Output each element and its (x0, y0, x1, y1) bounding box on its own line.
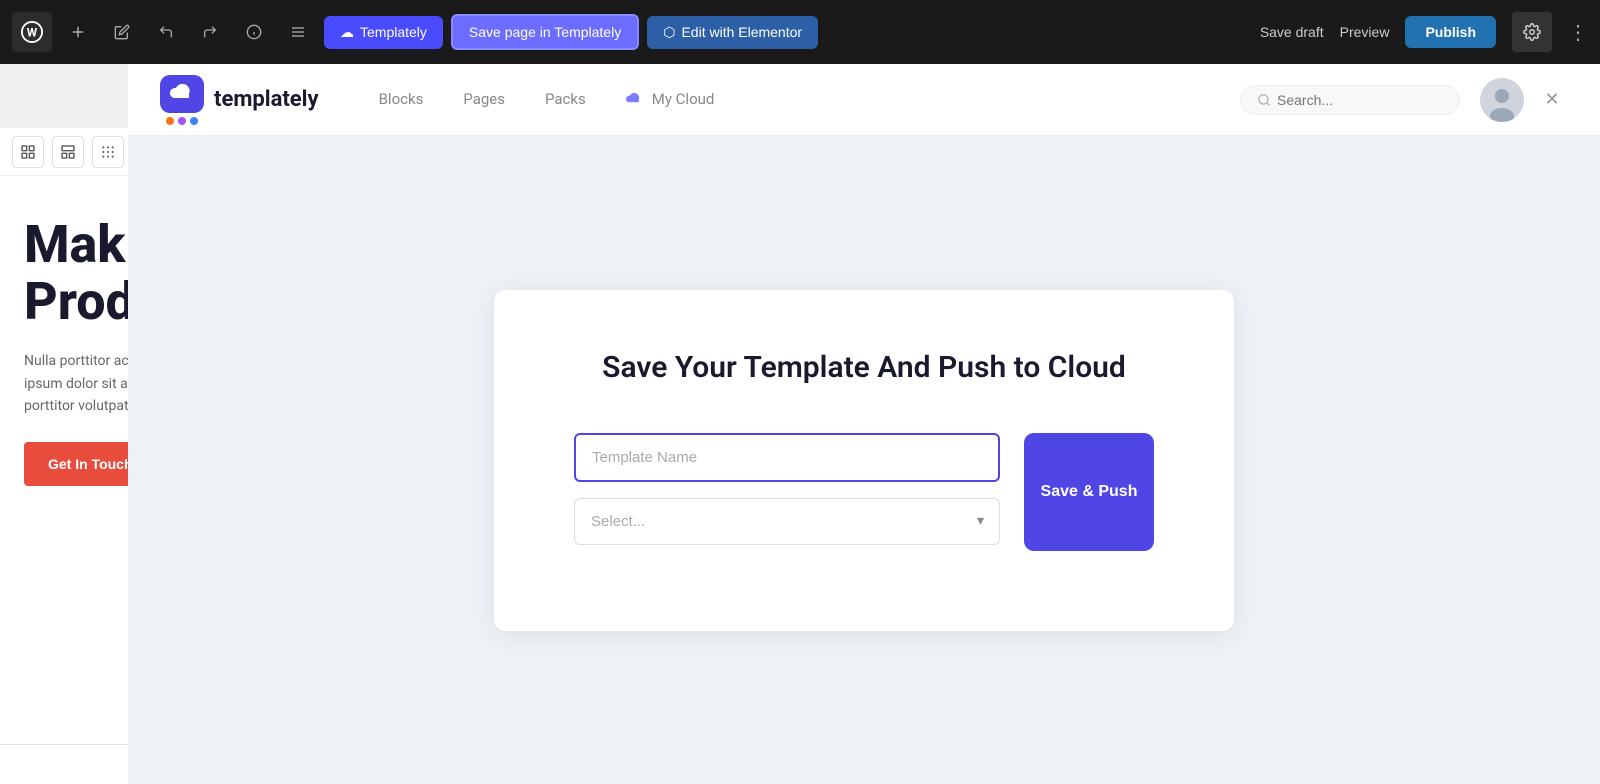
svg-text:W: W (27, 26, 38, 40)
add-button[interactable] (60, 14, 96, 50)
dots-grid-icon[interactable] (92, 136, 124, 168)
preview-button[interactable]: Preview (1340, 24, 1390, 40)
nav-packs[interactable]: Packs (545, 86, 586, 114)
search-container (1240, 85, 1460, 115)
template-select[interactable]: Select... (574, 498, 1000, 545)
elementor-button[interactable]: ⬡ Edit with Elementor (647, 16, 818, 49)
elementor-label: Edit with Elementor (681, 24, 802, 40)
logo-text: templately (214, 87, 319, 112)
nav-pages[interactable]: Pages (463, 86, 505, 114)
search-input[interactable] (1277, 92, 1443, 108)
modal-nav: Blocks Pages Packs My Cloud (379, 86, 1240, 114)
elementor-icon: ⬡ (663, 24, 675, 41)
menu-button[interactable] (280, 14, 316, 50)
templately-label: Templately (360, 24, 427, 40)
save-template-card: Save Your Template And Push to Cloud Sel… (494, 290, 1234, 631)
save-page-label: Save page in Templately (469, 24, 621, 40)
grid-icon-1[interactable] (12, 136, 44, 168)
undo-button[interactable] (148, 14, 184, 50)
template-select-wrapper: Select... ▾ (574, 498, 1000, 545)
grid-icon-2[interactable] (52, 136, 84, 168)
info-button[interactable] (236, 14, 272, 50)
user-avatar (1480, 78, 1524, 122)
nav-blocks[interactable]: Blocks (379, 86, 424, 114)
nav-mycloud[interactable]: My Cloud (626, 86, 715, 114)
publish-button[interactable]: Publish (1405, 16, 1496, 48)
modal-header: templately Blocks Pages Packs My Cloud (128, 64, 1600, 136)
modal-close-button[interactable]: ✕ (1536, 84, 1568, 116)
save-inputs: Select... ▾ (574, 433, 1000, 545)
templately-logo: templately (160, 75, 319, 125)
more-options-button[interactable]: ⋮ (1568, 20, 1588, 45)
templately-button[interactable]: ☁ Templately (324, 16, 443, 49)
template-name-input[interactable] (574, 433, 1000, 482)
save-form-row: Select... ▾ Save & Push (574, 433, 1154, 551)
save-draft-button[interactable]: Save draft (1260, 24, 1324, 40)
modal-body: Save Your Template And Push to Cloud Sel… (128, 136, 1600, 784)
admin-bar: W ☁ Templately Save page in Templately ⬡… (0, 0, 1600, 64)
save-push-button[interactable]: Save & Push (1024, 433, 1154, 551)
redo-button[interactable] (192, 14, 228, 50)
settings-button[interactable] (1512, 12, 1552, 52)
save-page-button[interactable]: Save page in Templately (451, 14, 639, 50)
save-template-title: Save Your Template And Push to Cloud (574, 350, 1154, 385)
wp-logo-icon: W (12, 12, 52, 52)
pen-button[interactable] (104, 14, 140, 50)
admin-bar-right: Save draft Preview Publish ⋮ (1260, 12, 1588, 52)
templately-modal: templately Blocks Pages Packs My Cloud (128, 64, 1600, 784)
templately-icon: ☁ (340, 24, 354, 41)
